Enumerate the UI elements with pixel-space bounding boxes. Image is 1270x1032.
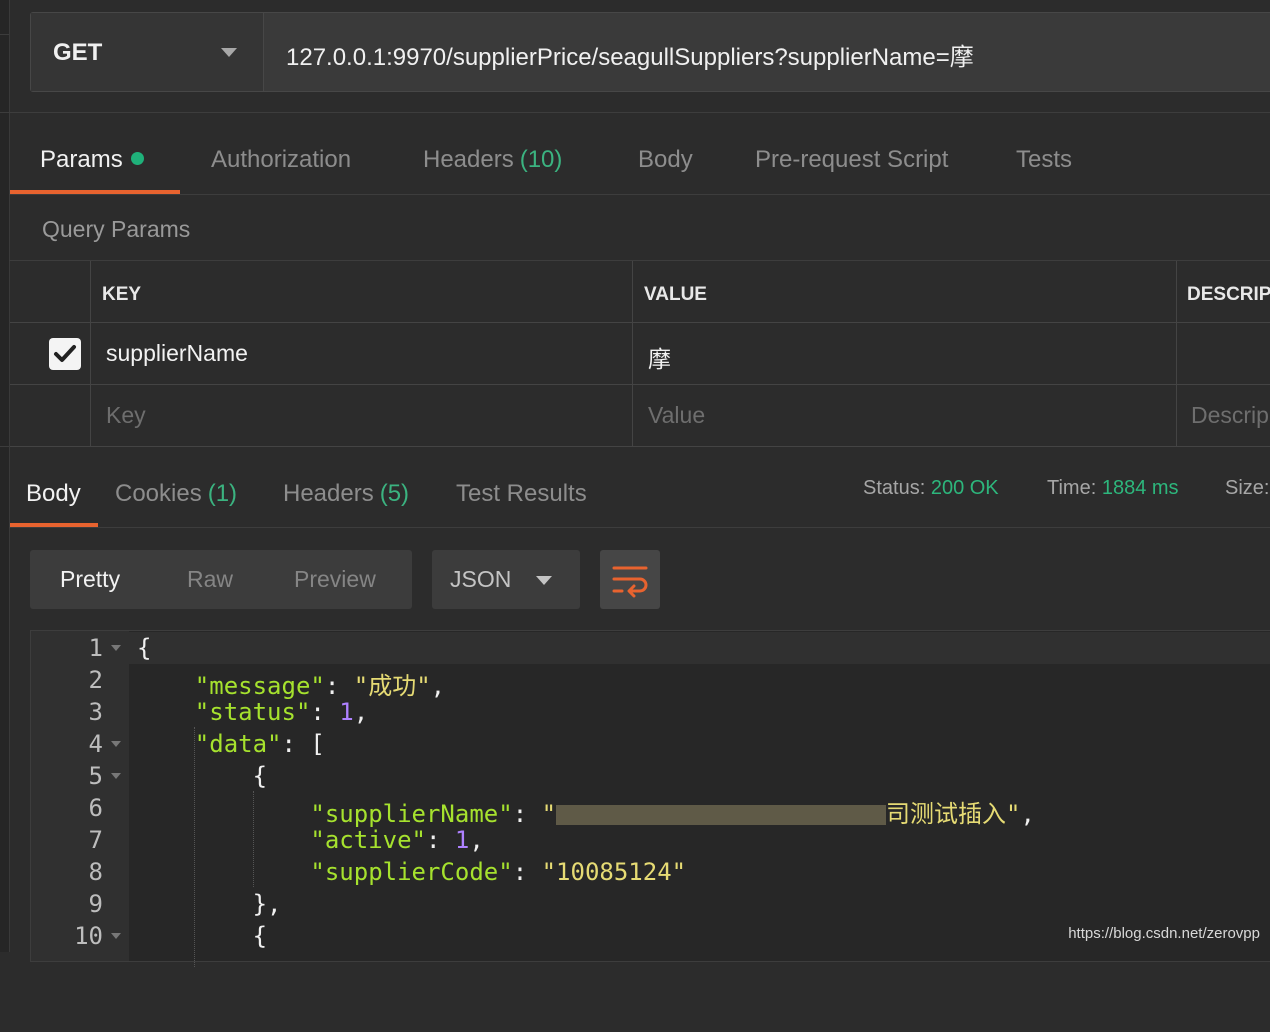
response-headers-count: (5) xyxy=(379,480,410,507)
time-value: 1884 ms xyxy=(1101,477,1179,499)
params-active-dot-icon xyxy=(130,152,144,165)
response-size: Size: xyxy=(1225,477,1269,500)
param-key-field[interactable]: supplierName xyxy=(106,340,248,367)
time-label: Time: xyxy=(1047,477,1097,499)
response-time: Time: 1884 ms xyxy=(1047,477,1179,500)
param-value-field[interactable]: 摩 xyxy=(648,340,671,374)
table-row-empty xyxy=(10,385,1270,447)
wrap-lines-button[interactable] xyxy=(600,550,660,609)
fold-arrow-icon xyxy=(111,645,121,651)
chevron-down-icon xyxy=(221,48,237,57)
tab-authorization[interactable]: Authorization xyxy=(211,146,351,174)
left-sidebar-edge xyxy=(0,0,10,952)
tab-headers[interactable]: Headers (10) xyxy=(423,146,562,174)
redacted-text-block xyxy=(556,805,887,825)
tab-params-label: Params xyxy=(40,146,123,173)
method-label: GET xyxy=(53,39,103,66)
column-header-description: DESCRIPT xyxy=(1187,284,1270,305)
code-line-1: 1 { xyxy=(31,632,1270,664)
response-tab-headers[interactable]: Headers (5) xyxy=(283,480,409,508)
new-description-input[interactable]: Descrip xyxy=(1191,402,1269,429)
tab-tests[interactable]: Tests xyxy=(1016,146,1072,174)
tab-headers-label: Headers xyxy=(423,146,514,173)
status-label: Status: xyxy=(863,477,926,499)
code-line-6: 6 "supplierName": " 司测试插入", xyxy=(88,794,1035,828)
tab-body[interactable]: Body xyxy=(638,146,693,174)
mode-preview-button[interactable]: Preview xyxy=(294,566,376,593)
param-enabled-checkbox[interactable] xyxy=(49,338,81,370)
method-dropdown[interactable]: GET xyxy=(31,13,264,91)
wrap-lines-icon xyxy=(612,566,648,598)
code-line-8: 8 "supplierCode": "10085124" xyxy=(88,858,687,886)
column-header-value: VALUE xyxy=(644,284,707,305)
response-tab-test-results[interactable]: Test Results xyxy=(456,480,587,508)
code-line-5: 5 { xyxy=(88,762,268,790)
response-tab-body[interactable]: Body xyxy=(26,480,81,508)
code-line-9: 9 }, xyxy=(88,890,282,918)
fold-arrow-icon xyxy=(111,933,121,939)
response-body-editor[interactable]: 1 { 2 "message": "成功", 3 "status": 1, 4 … xyxy=(30,630,1270,967)
checkmark-icon xyxy=(54,345,76,362)
query-params-title: Query Params xyxy=(42,216,191,242)
response-tab-cookies[interactable]: Cookies (1) xyxy=(115,480,237,508)
response-tab-cookies-label: Cookies xyxy=(115,480,202,507)
mode-raw-button[interactable]: Raw xyxy=(187,566,233,593)
request-url-bar: GET 127.0.0.1:9970/supplierPrice/seagull… xyxy=(30,12,1270,92)
chevron-down-icon xyxy=(536,576,552,585)
cookies-count: (1) xyxy=(207,480,238,507)
size-label: Size: xyxy=(1225,477,1270,499)
response-tab-headers-label: Headers xyxy=(283,480,374,507)
params-header-row xyxy=(10,261,1270,323)
code-line-3: 3 "status": 1, xyxy=(88,698,369,726)
fold-arrow-icon xyxy=(111,773,121,779)
code-line-4: 4 "data": [ xyxy=(88,730,325,758)
response-status: Status: 200 OK xyxy=(863,477,999,500)
url-input[interactable]: 127.0.0.1:9970/supplierPrice/seagullSupp… xyxy=(286,37,974,72)
fold-arrow-icon xyxy=(111,741,121,747)
code-line-2: 2 "message": "成功", xyxy=(88,666,446,700)
status-value: 200 OK xyxy=(930,477,999,499)
format-select[interactable]: JSON xyxy=(432,550,580,609)
mode-pretty-button[interactable]: Pretty xyxy=(60,566,120,593)
column-header-key: KEY xyxy=(102,284,142,305)
tab-params[interactable]: Params xyxy=(40,146,144,174)
new-key-input[interactable]: Key xyxy=(106,402,146,429)
code-line-7: 7 "active": 1, xyxy=(88,826,484,854)
view-mode-toggle: Pretty Raw Preview xyxy=(30,550,412,609)
watermark: https://blog.csdn.net/zerovpp xyxy=(1068,925,1260,942)
tab-headers-count: (10) xyxy=(519,146,563,173)
tab-pre-request-script[interactable]: Pre-request Script xyxy=(755,146,948,174)
format-label: JSON xyxy=(450,566,512,592)
new-value-input[interactable]: Value xyxy=(648,402,705,429)
